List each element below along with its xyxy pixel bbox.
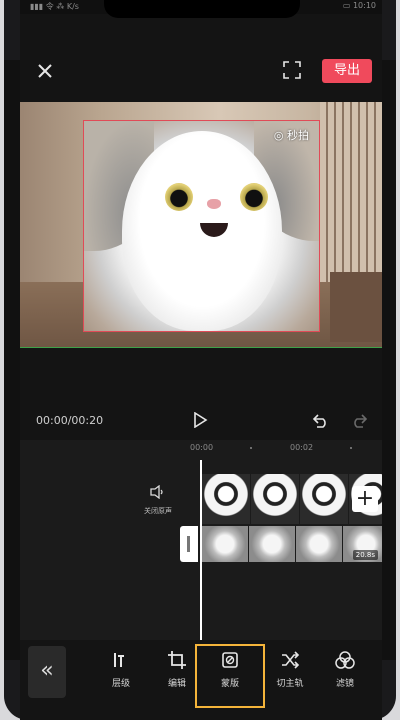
cat-face [122, 131, 282, 331]
playhead[interactable] [200, 460, 202, 640]
filter-icon [335, 651, 355, 669]
main-thumbnail [202, 526, 248, 562]
redo-icon [354, 414, 368, 428]
preview-bottom-line [20, 347, 382, 348]
tool-filter[interactable]: 滤镜 [320, 650, 370, 689]
cat-mouth [200, 223, 228, 237]
time-readout: 00:00/00:20 [36, 414, 104, 427]
top-bar: 导出 [20, 48, 382, 94]
status-right: ▭ 10:10 [342, 1, 376, 10]
back-button[interactable]: « [28, 646, 66, 698]
ruler-dot [350, 447, 352, 449]
export-button[interactable]: 导出 [322, 59, 372, 83]
cat-nose [207, 199, 221, 209]
phone-frame: ▮▮▮ 令 ⁂ K/s ▭ 10:10 导出 ◎ 秒拍 00:00/00:20 … [0, 0, 400, 720]
tool-label: 切主轨 [276, 679, 304, 689]
bottom-toolbar: « 层级 编辑 蒙版 切主轨 滤镜 [20, 640, 382, 720]
mute-label: 关闭原声 [144, 507, 172, 515]
play-button[interactable] [192, 411, 208, 429]
timeline-panel[interactable]: 00:00 00:02 关闭原声 20.8s + [20, 440, 382, 640]
undo-button[interactable] [312, 411, 330, 429]
fullscreen-icon [283, 61, 301, 79]
shuffle-icon [282, 651, 300, 669]
close-button[interactable] [34, 60, 56, 82]
mute-original-audio-button[interactable]: 关闭原声 [132, 484, 184, 516]
tool-label: 滤镜 [335, 679, 354, 689]
ruler-tick-1: 00:02 [290, 443, 314, 452]
status-left: ▮▮▮ 令 ⁂ K/s [30, 2, 79, 11]
overlay-clip-frame[interactable]: ◎ 秒拍 [83, 120, 320, 332]
tool-layer[interactable]: 层级 [96, 650, 146, 689]
fullscreen-button[interactable] [282, 60, 302, 80]
redo-button[interactable] [350, 411, 368, 429]
add-clip-button[interactable]: + [352, 486, 378, 512]
tool-label: 蒙版 [220, 679, 239, 689]
app-screen: ▮▮▮ 令 ⁂ K/s ▭ 10:10 导出 ◎ 秒拍 00:00/00:20 … [20, 0, 382, 720]
main-track[interactable]: 20.8s [180, 526, 382, 562]
playback-bar: 00:00/00:20 [20, 400, 382, 440]
layer-icon [114, 653, 124, 667]
overlay-thumbnail [251, 474, 299, 524]
ruler-tick-0: 00:00 [190, 443, 214, 452]
watermark: ◎ 秒拍 [273, 129, 309, 142]
clip-duration-badge: 20.8s [352, 550, 378, 560]
main-thumbnail [296, 526, 342, 562]
camera-notch [104, 0, 300, 18]
overlay-thumbnail [300, 474, 348, 524]
cat-eye-left [165, 183, 193, 211]
cat-eye-right [240, 183, 268, 211]
background-shelf [330, 272, 382, 342]
ruler-dot [250, 447, 252, 449]
play-icon [194, 411, 208, 429]
crop-icon [168, 651, 186, 669]
main-thumbnail [249, 526, 295, 562]
bezel-right [382, 60, 396, 660]
tool-mask[interactable]: 蒙版 [205, 650, 255, 689]
undo-icon [312, 414, 326, 428]
bezel-left [4, 60, 20, 660]
speaker-icon [150, 484, 163, 500]
tool-switch-main-track[interactable]: 切主轨 [265, 650, 315, 689]
close-icon [38, 64, 52, 78]
timeline-ruler: 00:00 00:02 [20, 440, 382, 458]
tool-label: 层级 [111, 679, 130, 689]
mask-icon [222, 652, 238, 668]
video-preview[interactable]: ◎ 秒拍 [20, 102, 382, 348]
overlay-thumbnail [202, 474, 250, 524]
